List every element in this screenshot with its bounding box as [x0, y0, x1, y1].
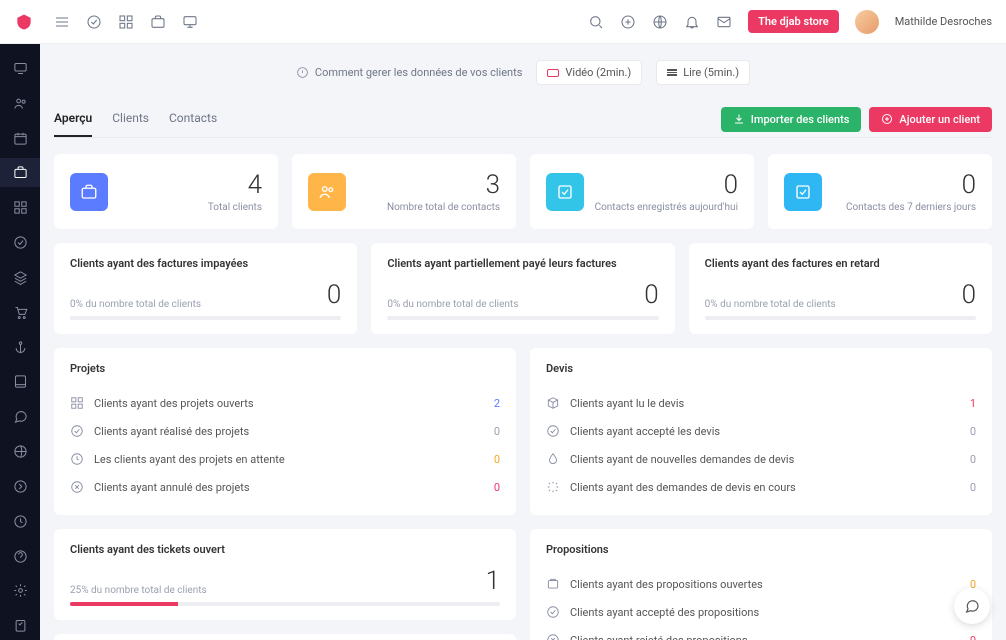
check-circle-icon[interactable]	[86, 14, 102, 30]
import-clients-button[interactable]: Importer des clients	[721, 107, 862, 132]
loader-icon	[546, 480, 560, 494]
card-open-tickets: Clients ayant des tickets ouvert 25% du …	[54, 529, 516, 620]
nav-book-icon[interactable]	[0, 367, 40, 396]
store-button[interactable]: The djab store	[748, 10, 839, 33]
tab-overview[interactable]: Aperçu	[54, 101, 92, 137]
card-new-orders: Clients ayant de nouvelles commandes 25%…	[54, 634, 516, 640]
nav-clipboard-icon[interactable]	[0, 611, 40, 640]
check-square-icon	[784, 173, 822, 211]
logo-icon	[14, 12, 34, 32]
nav-apps-icon[interactable]	[0, 193, 40, 222]
globe-icon[interactable]	[652, 14, 668, 30]
card-late-invoices: Clients ayant des factures en retard 0% …	[689, 243, 992, 334]
stat-contacts-7days: 0Contacts des 7 derniers jours	[768, 154, 992, 229]
nav-globe-icon[interactable]	[0, 437, 40, 466]
check-circle-icon	[546, 605, 560, 619]
projects-quotes-row: Projets Clients ayant des projets ouvert…	[54, 348, 992, 515]
card-projects: Projets Clients ayant des projets ouvert…	[54, 348, 516, 515]
banner-text: Comment gerer les données de vos clients	[296, 66, 522, 79]
video-pill[interactable]: Vidéo (2min.)	[536, 60, 642, 85]
box-icon	[546, 396, 560, 410]
nav-layers-icon[interactable]	[0, 263, 40, 292]
list-item[interactable]: Les clients ayant des projets en attente…	[70, 445, 500, 473]
tabs-row: Aperçu Clients Contacts Importer des cli…	[54, 101, 992, 138]
list-item[interactable]: Clients ayant des projets ouverts2	[70, 389, 500, 417]
grid-icon[interactable]	[118, 14, 134, 30]
card-partial-invoices: Clients ayant partiellement payé leurs f…	[371, 243, 674, 334]
bell-icon[interactable]	[684, 14, 700, 30]
list-item[interactable]: Clients ayant accepté les devis0	[546, 417, 976, 445]
nav-anchor-icon[interactable]	[0, 333, 40, 362]
nav-help-icon[interactable]	[0, 542, 40, 571]
clock-icon	[70, 452, 84, 466]
billing-row: Clients ayant des factures impayées 0% d…	[54, 243, 992, 334]
stats-row: 4Total clients 3Nombre total de contacts…	[54, 154, 992, 229]
list-item[interactable]: Clients ayant lu le devis1	[546, 389, 976, 417]
main: Comment gerer les données de vos clients…	[40, 44, 1006, 640]
users-icon	[308, 173, 346, 211]
mail-icon[interactable]	[716, 14, 732, 30]
folder-icon	[546, 577, 560, 591]
stat-total-contacts: 3Nombre total de contacts	[292, 154, 516, 229]
x-circle-icon	[546, 633, 560, 640]
briefcase-icon[interactable]	[150, 14, 166, 30]
username: Mathilde Desroches	[895, 15, 992, 28]
list-item[interactable]: Clients ayant rejeté des propositions0	[546, 626, 976, 640]
card-unpaid-invoices: Clients ayant des factures impayées 0% d…	[54, 243, 357, 334]
sidebar	[0, 44, 40, 640]
check-circle-icon	[546, 424, 560, 438]
nav-users-icon[interactable]	[0, 89, 40, 118]
list-item[interactable]: Clients ayant des demandes de devis en c…	[546, 473, 976, 501]
plus-circle-icon[interactable]	[620, 14, 636, 30]
list-item[interactable]: Clients ayant annulé des projets0	[70, 473, 500, 501]
stat-contacts-today: 0Contacts enregistrés aujourd'hui	[530, 154, 754, 229]
x-circle-icon	[70, 480, 84, 494]
nav-dashboard-icon[interactable]	[0, 54, 40, 83]
list-item[interactable]: Clients ayant réalisé des projets0	[70, 417, 500, 445]
nav-check-icon[interactable]	[0, 228, 40, 257]
check-square-icon	[546, 173, 584, 211]
stat-total-clients: 4Total clients	[54, 154, 278, 229]
read-pill[interactable]: Lire (5min.)	[656, 60, 750, 85]
bottom-row: Clients ayant des tickets ouvert 25% du …	[54, 529, 992, 640]
top-left-icons	[54, 14, 198, 30]
nav-settings-icon[interactable]	[0, 576, 40, 605]
card-quotes: Devis Clients ayant lu le devis1 Clients…	[530, 348, 992, 515]
menu-icon[interactable]	[54, 14, 70, 30]
search-icon[interactable]	[588, 14, 604, 30]
list-item[interactable]: Clients ayant des propositions ouvertes0	[546, 570, 976, 598]
check-circle-icon	[70, 424, 84, 438]
avatar[interactable]	[855, 10, 879, 34]
tab-clients[interactable]: Clients	[112, 101, 149, 137]
list-item[interactable]: Clients ayant accepté des propositions0	[546, 598, 976, 626]
nav-chat-icon[interactable]	[0, 402, 40, 431]
card-proposals: Propositions Clients ayant des propositi…	[530, 529, 992, 640]
grid-icon	[70, 396, 84, 410]
nav-arrow-right-icon[interactable]	[0, 472, 40, 501]
add-client-button[interactable]: Ajouter un client	[869, 107, 992, 132]
drop-icon	[546, 452, 560, 466]
briefcase-icon	[70, 173, 108, 211]
nav-briefcase-icon[interactable]	[0, 158, 40, 187]
top-right-icons: The djab store Mathilde Desroches	[588, 10, 992, 34]
info-banner: Comment gerer les données de vos clients…	[40, 44, 1006, 101]
chat-fab[interactable]	[954, 588, 990, 624]
nav-clock-icon[interactable]	[0, 507, 40, 536]
list-item[interactable]: Clients ayant de nouvelles demandes de d…	[546, 445, 976, 473]
nav-cart-icon[interactable]	[0, 298, 40, 327]
topbar: The djab store Mathilde Desroches	[0, 0, 1006, 44]
nav-calendar-icon[interactable]	[0, 124, 40, 153]
monitor-icon[interactable]	[182, 14, 198, 30]
tab-contacts[interactable]: Contacts	[169, 101, 217, 137]
